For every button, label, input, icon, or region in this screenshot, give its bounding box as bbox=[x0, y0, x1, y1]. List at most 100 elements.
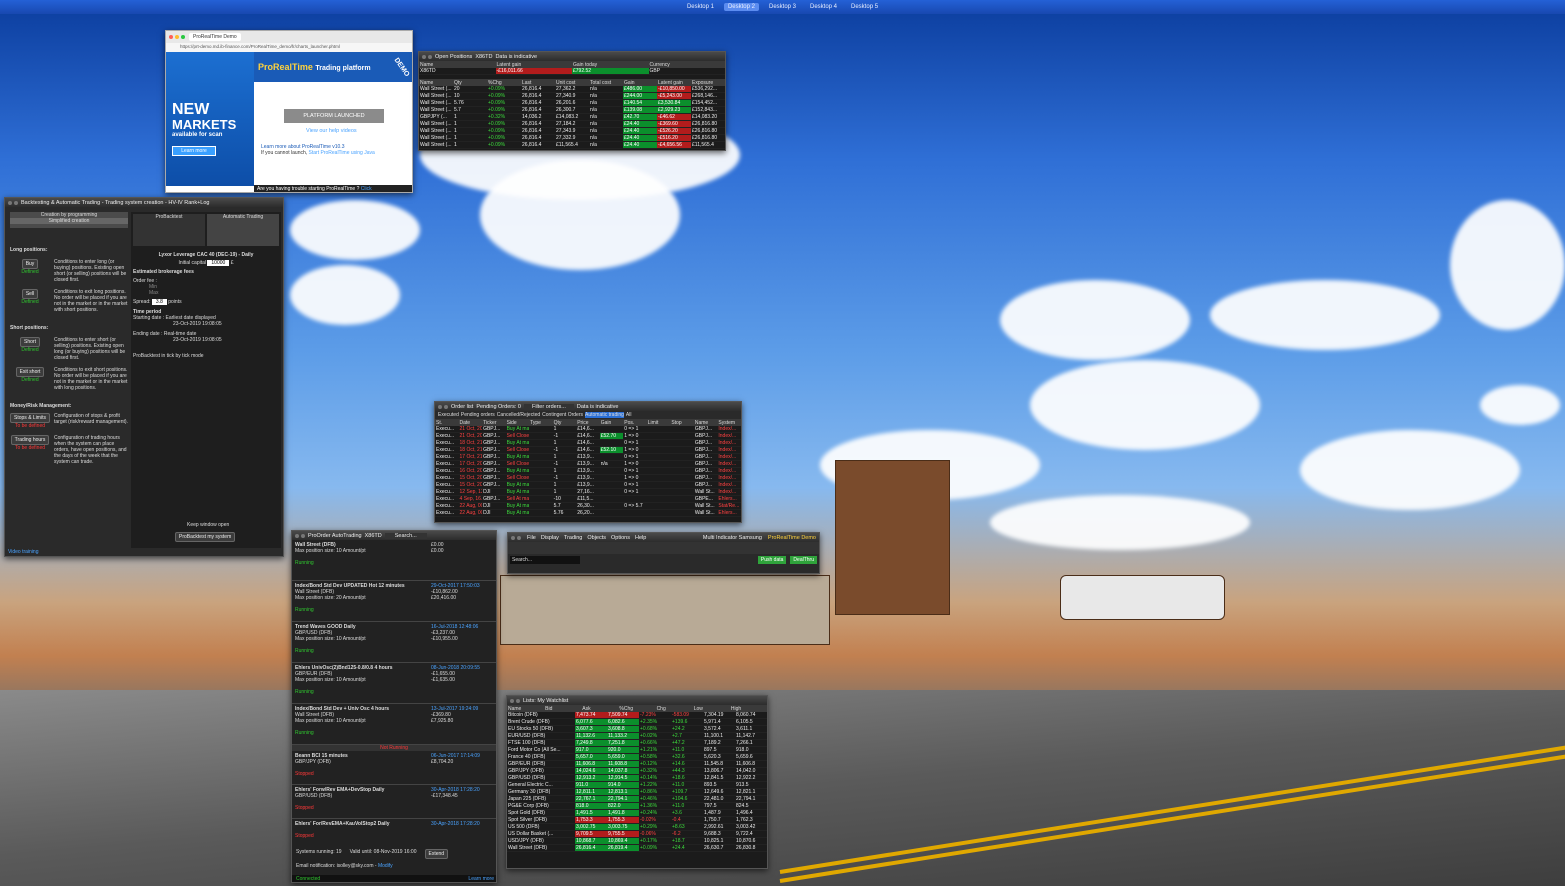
order-row[interactable]: Execu...17 Oct, 20...GBPJ...Sell Close .… bbox=[435, 461, 741, 468]
system-entry[interactable]: Ehlers UnivOsc(2)Bnd125-0.8/0.8 4 hours G… bbox=[292, 663, 496, 704]
workspace-name[interactable]: Multi Indicator Samsung bbox=[703, 535, 762, 541]
summary-row[interactable]: X86TD -£16,011.66 £792.52 GBP bbox=[419, 68, 725, 75]
browser-tab[interactable]: ProRealTime Demo bbox=[189, 33, 241, 41]
watchlist-row[interactable]: Germany 30 (DFB) 12,811.1 12,813.1 +0.86% +1… bbox=[507, 789, 767, 796]
order-col-header[interactable]: Type bbox=[529, 420, 553, 426]
col-name[interactable]: Name bbox=[419, 62, 496, 68]
push-data-button[interactable]: Push data bbox=[757, 556, 787, 564]
run-probacktest-button[interactable]: ProBacktest my system bbox=[175, 532, 236, 542]
watchlist-row[interactable]: General Electric C... 911.0 914.0 +1.22% +11… bbox=[507, 782, 767, 789]
menu-item[interactable]: Trading bbox=[564, 535, 582, 541]
proorder-account[interactable]: X86TD bbox=[365, 533, 382, 539]
modify-link[interactable]: Modify bbox=[378, 863, 393, 869]
order-col-header[interactable]: System bbox=[717, 420, 741, 426]
watchlist-row[interactable]: GBP/USD (DFB) 12,913.2 12,914.5 +0.14% +18.6… bbox=[507, 775, 767, 782]
pos-col-header[interactable]: Qty bbox=[453, 80, 487, 86]
order-tab[interactable]: Cancelled/Rejected bbox=[497, 412, 540, 418]
menu-item[interactable]: Objects bbox=[587, 535, 606, 541]
watchlist-row[interactable]: Spot Silver (DFB) 1,753.3 1,755.3 -0.02% -0.… bbox=[507, 817, 767, 824]
watchlist-title[interactable]: Lists: My Watchlist bbox=[523, 698, 568, 704]
watchlist-row[interactable]: Spot Gold (DFB) 1,491.5 1,491.8 +0.24% +3.6 1… bbox=[507, 810, 767, 817]
trading-hours-button[interactable]: Trading hours bbox=[10, 435, 50, 445]
order-col-header[interactable]: Stop bbox=[670, 420, 694, 426]
order-col-header[interactable]: Side bbox=[506, 420, 530, 426]
order-col-header[interactable]: Name bbox=[694, 420, 718, 426]
watchlist-row[interactable]: GBP/EUR (DFB) 11,606.8 11,608.8 +0.12% +14.6… bbox=[507, 761, 767, 768]
table-row[interactable]: Wall Street (... 10 +0.09% 26,816.4 27,340.9… bbox=[419, 93, 725, 100]
dealthru-button[interactable]: DealThru bbox=[790, 556, 817, 564]
watchlist-col-header[interactable]: Chg bbox=[656, 706, 693, 712]
table-row[interactable]: Wall Street (... 1 +0.09% 26,816.4 27,343.9 n… bbox=[419, 128, 725, 135]
desktop-tab-2[interactable]: Desktop 2 bbox=[723, 3, 759, 11]
system-date[interactable]: 30-Apr-2018 17:28:20 bbox=[431, 821, 493, 827]
watchlist-col-header[interactable]: %Chg bbox=[618, 706, 655, 712]
watchlist-row[interactable]: EU Stocks 50 (DFB) 3,607.3 3,608.8 +0.68% +2… bbox=[507, 726, 767, 733]
watchlist-row[interactable]: Brent Crude (DFB) 6,077.6 6,082.6 +2.35% +13… bbox=[507, 719, 767, 726]
toolbar-search[interactable]: Search... bbox=[510, 556, 580, 564]
order-row[interactable]: Execu... 12 Sep, 12...DJI Buy At mar... 1 27… bbox=[435, 489, 741, 496]
order-row[interactable]: Execu...18 Oct, 21...GBPJ...Buy At mar..… bbox=[435, 440, 741, 447]
desktop-tab-5[interactable]: Desktop 5 bbox=[847, 3, 882, 11]
watchlist-col-header[interactable]: Name bbox=[507, 706, 544, 712]
watchlist-col-header[interactable]: Ask bbox=[581, 706, 618, 712]
col-gain-today[interactable]: Gain today bbox=[572, 62, 649, 68]
table-row[interactable]: Wall Street (... 20 +0.09% 26,816.4 27,362.2… bbox=[419, 86, 725, 93]
system-entry[interactable]: Ehlers' For/RevEMA+KauVolStop2 Daily Stop… bbox=[292, 819, 496, 840]
watchlist-row[interactable]: Ford Motor Co (All Se... 917.0 920.0 +1.21%… bbox=[507, 747, 767, 754]
system-entry[interactable]: Wall Street (DFB) Max position size: 10 A… bbox=[292, 540, 496, 581]
table-row[interactable]: Wall Street (... 5.7 +0.09% 26,816.4 26,300.… bbox=[419, 107, 725, 114]
system-entry[interactable]: Trend Waves GOOD Daily GBP/USD (DFB) Max p… bbox=[292, 622, 496, 663]
order-col-header[interactable]: Pos. bbox=[623, 420, 647, 426]
table-row[interactable]: Wall Street (... 1 +0.09% 26,816.4 £11,565.4… bbox=[419, 142, 725, 149]
watchlist-row[interactable]: USD/JPY (DFB) 10,868.7 10,869.4 +0.17% +18.7… bbox=[507, 838, 767, 845]
order-col-header[interactable]: Qty bbox=[553, 420, 577, 426]
menu-item[interactable]: Options bbox=[611, 535, 630, 541]
order-tab[interactable]: Executed bbox=[438, 412, 459, 418]
order-row[interactable]: Execu...15 Oct, 20...GBPJ...Sell Close .… bbox=[435, 475, 741, 482]
watchlist-col-header[interactable]: Low bbox=[693, 706, 730, 712]
desktop-tab-4[interactable]: Desktop 4 bbox=[806, 3, 841, 11]
order-row[interactable]: Execu...15 Oct, 20...GBPJ...Buy At mar..… bbox=[435, 482, 741, 489]
order-row[interactable]: Execu...16 Oct, 20...GBPJ...Buy At mar..… bbox=[435, 468, 741, 475]
order-col-header[interactable]: Limit bbox=[647, 420, 671, 426]
pos-col-header[interactable]: Name bbox=[419, 80, 453, 86]
watchlist-row[interactable]: PG&E Corp (DFB) 818.0 822.0 +1.36% +11.0 797.… bbox=[507, 803, 767, 810]
col-latent-gain[interactable]: Latent gain bbox=[496, 62, 573, 68]
proorder-learn-more[interactable]: Learn more bbox=[468, 876, 494, 882]
watchlist-row[interactable]: GBP/JPY (DFB) 14,024.6 14,037.8 +0.32% +44.3… bbox=[507, 768, 767, 775]
menu-item[interactable]: Display bbox=[541, 535, 559, 541]
window-controls[interactable] bbox=[169, 35, 185, 39]
spread-input[interactable]: 3.8 bbox=[151, 299, 167, 305]
start-java-link[interactable]: Start ProRealTime using Java bbox=[309, 150, 375, 156]
watchlist-row[interactable]: Wall Street (DFB) 26,816.4 26,819.4 +0.09% +… bbox=[507, 845, 767, 852]
order-row[interactable]: Execu...17 Oct, 21...GBPJ...Buy At mar..… bbox=[435, 454, 741, 461]
initial-capital-input[interactable]: 10000 bbox=[207, 260, 230, 266]
watchlist-row[interactable]: US Dollar Basket (... 9,709.5 9,755.5 -0.06… bbox=[507, 831, 767, 838]
order-tab[interactable]: All bbox=[626, 412, 632, 418]
watchlist-row[interactable]: Japan 225 (DFB) 22,767.1 22,794.1 +0.46% +10… bbox=[507, 796, 767, 803]
system-name[interactable]: Ehlers' For/RevEMA+KauVolStop2 Daily bbox=[295, 821, 431, 827]
proorder-search[interactable]: Search... bbox=[384, 532, 427, 539]
end-date-field[interactable]: 23-Oct-2019 19:08:05 bbox=[173, 337, 279, 343]
order-row[interactable]: Execu... 4 Sep, 16...GBPJ... Sell At mar..… bbox=[435, 496, 741, 503]
order-col-header[interactable]: St. bbox=[435, 420, 459, 426]
pos-col-header[interactable]: Total cost bbox=[589, 80, 623, 86]
order-col-header[interactable]: Date bbox=[459, 420, 483, 426]
system-entry[interactable]: Index/Bond Std Dev + Univ Osc 4 hours Wal… bbox=[292, 704, 496, 745]
pos-col-header[interactable]: Gain bbox=[623, 80, 657, 86]
watchlist-col-header[interactable]: High bbox=[730, 706, 767, 712]
system-entry[interactable]: Index/Bond Std Dev UPDATED Hot 12 minute… bbox=[292, 581, 496, 622]
sell-button[interactable]: Sell bbox=[21, 289, 39, 299]
stops-limits-button[interactable]: Stops & Limits bbox=[10, 413, 50, 423]
buy-button[interactable]: Buy bbox=[21, 259, 39, 269]
pos-col-header[interactable]: %Chg bbox=[487, 80, 521, 86]
address-bar[interactable]: https://prt-demo.md.ib-finance.com/ProRe… bbox=[166, 43, 412, 52]
pos-col-header[interactable]: Latent gain bbox=[657, 80, 691, 86]
extend-button[interactable]: Extend bbox=[424, 849, 449, 859]
account-label[interactable]: X86TD bbox=[475, 54, 492, 60]
col-currency[interactable]: Currency bbox=[649, 62, 726, 68]
menu-item[interactable]: Help bbox=[635, 535, 646, 541]
tool-icons-row[interactable] bbox=[508, 542, 819, 554]
tab-simplified-creation[interactable]: Simplified creation bbox=[10, 218, 128, 224]
order-row[interactable]: Execu...18 Oct, 21...GBPJ...Sell Close .… bbox=[435, 447, 741, 454]
